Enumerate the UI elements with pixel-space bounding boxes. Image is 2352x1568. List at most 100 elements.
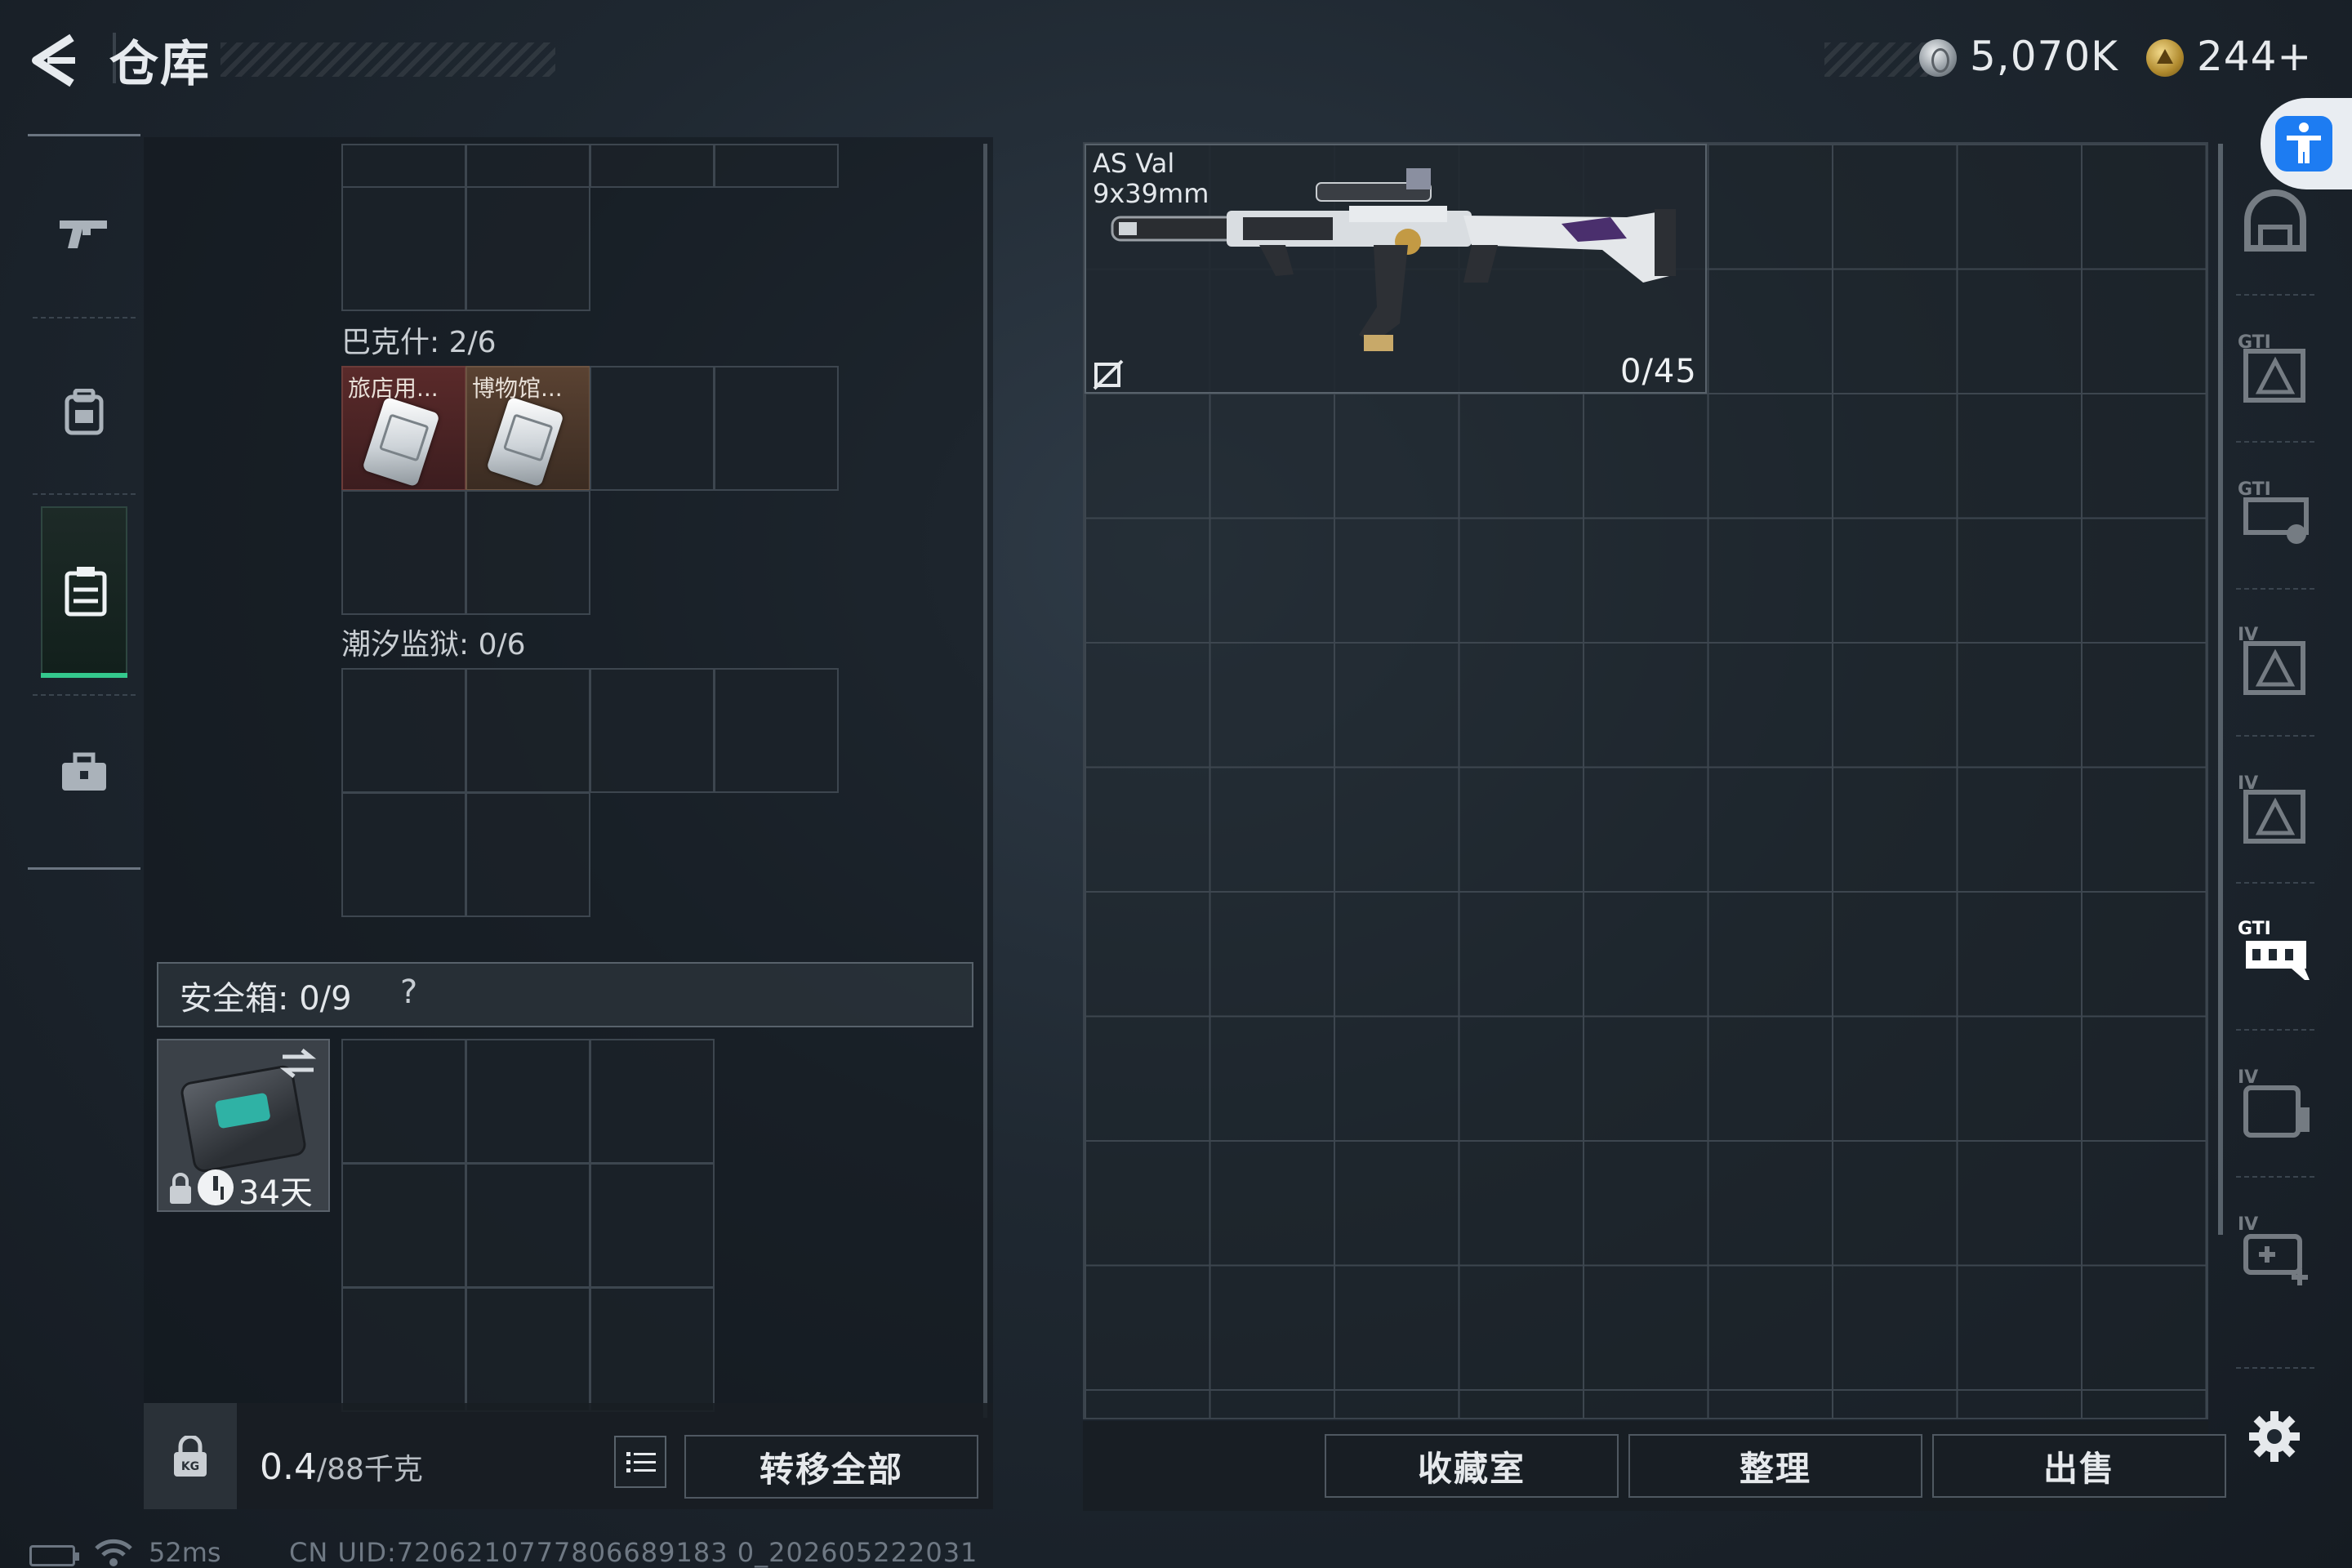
backpack-iv-icon[interactable]: IV: [2234, 1062, 2316, 1143]
nav-item-storage[interactable]: [41, 506, 127, 678]
grid-cell[interactable]: [590, 144, 715, 188]
grid-cell[interactable]: [714, 366, 839, 491]
grid-cell[interactable]: [466, 144, 590, 188]
armor-iv-2-icon[interactable]: IV: [2234, 768, 2316, 849]
section-label-tide-prison: 潮汐监狱: 0/6: [341, 628, 526, 662]
helmet-icon[interactable]: [2234, 185, 2316, 266]
weight-lock-icon: KG: [174, 1436, 207, 1477]
armor-iv-icon[interactable]: IV: [2234, 619, 2316, 701]
safe-slot[interactable]: [341, 1163, 466, 1288]
back-arrow-icon[interactable]: [24, 31, 82, 90]
grid-cell[interactable]: [341, 668, 466, 793]
grid-cell[interactable]: [714, 668, 839, 793]
safe-slot[interactable]: [466, 1039, 590, 1164]
stash-scrollbar[interactable]: [983, 144, 987, 1418]
grid-cell[interactable]: [466, 186, 590, 311]
svg-text:IV: IV: [2238, 1214, 2258, 1235]
sidebar-separator: [2236, 882, 2314, 884]
gold-coin-icon: [2146, 39, 2184, 77]
list-view-button[interactable]: [614, 1436, 666, 1488]
grid-cell[interactable]: [466, 490, 590, 615]
weight-text: 0.4/88千克: [260, 1446, 423, 1488]
sidebar-separator: [2236, 1176, 2314, 1178]
grid-cell[interactable]: [466, 792, 590, 917]
battery-icon: [29, 1545, 79, 1566]
grid-cell[interactable]: [590, 366, 715, 491]
svg-text:KG: KG: [181, 1460, 199, 1473]
weight-current: 0.4: [260, 1446, 317, 1488]
clock-icon: [198, 1169, 234, 1205]
nav-bottom-line: [28, 867, 140, 870]
item-card-keycard[interactable]: 博物馆...: [466, 366, 590, 491]
medic-rig-icon[interactable]: IV: [2234, 1209, 2316, 1290]
nav-separator: [33, 493, 136, 495]
item-card-keycard[interactable]: 旅店用...: [341, 366, 466, 491]
currency-stripe-decoration: [1824, 42, 1931, 77]
sidebar-separator: [2236, 1029, 2314, 1031]
container-scrollbar[interactable]: [2218, 144, 2223, 1235]
nav-top-line: [28, 134, 140, 136]
swap-icon[interactable]: [278, 1047, 318, 1080]
nav-item-weapons[interactable]: [41, 163, 127, 302]
safe-slot[interactable]: [590, 1163, 715, 1288]
weapon-ammo-type: 9x39mm: [1093, 178, 1209, 209]
safe-slot[interactable]: [341, 1287, 466, 1412]
grid-cell[interactable]: [341, 490, 466, 615]
list-icon: [626, 1452, 656, 1472]
safe-slot[interactable]: [466, 1163, 590, 1288]
weight-max: /88千克: [316, 1453, 423, 1486]
grid-cell[interactable]: [341, 144, 466, 188]
safe-case-icon: [179, 1063, 308, 1174]
safe-slot[interactable]: [466, 1287, 590, 1412]
item-name: 博物馆...: [472, 375, 563, 402]
safe-slot[interactable]: [341, 1039, 466, 1164]
weapon-ammo-count: 0/45: [1620, 353, 1697, 390]
sell-button[interactable]: 出售: [1932, 1434, 2226, 1498]
nav-separator: [33, 694, 136, 696]
grid-cell[interactable]: [714, 144, 839, 188]
weapon-name: AS Val: [1093, 148, 1175, 179]
section-label-bakhsh: 巴克什: 2/6: [341, 326, 497, 359]
sidebar-separator: [2236, 735, 2314, 737]
chest-rig-active-icon[interactable]: GTI: [2234, 913, 2316, 995]
accessibility-icon: [2275, 116, 2332, 172]
help-icon[interactable]: ?: [400, 973, 417, 1011]
chest-rig-icon[interactable]: GTI: [2234, 474, 2316, 555]
keycard-icon: [486, 396, 564, 488]
svg-text:GTI: GTI: [2238, 479, 2271, 500]
safe-box-label: 安全箱: 0/9: [180, 980, 352, 1018]
safe-slot[interactable]: [590, 1287, 715, 1412]
nav-item-equipment[interactable]: [41, 343, 127, 482]
grid-cell[interactable]: [341, 792, 466, 917]
grid-cell[interactable]: [466, 668, 590, 793]
silver-coin-icon: [1919, 39, 1957, 77]
safe-box-days-left: 34天: [238, 1174, 313, 1212]
sidebar-separator: [2236, 588, 2314, 590]
nav-separator: [33, 317, 136, 318]
silver-currency-amount[interactable]: 5,070K: [1970, 33, 2118, 80]
wifi-icon: [95, 1539, 132, 1566]
transfer-all-button[interactable]: 转移全部: [684, 1435, 978, 1499]
nav-item-toolbox[interactable]: [41, 702, 127, 841]
gun-icon: [60, 220, 107, 248]
collection-room-button[interactable]: 收藏室: [1325, 1434, 1619, 1498]
ping-text: 52ms: [149, 1537, 221, 1568]
backpack-icon: [65, 389, 104, 435]
grid-cell[interactable]: [341, 186, 466, 311]
sidebar-separator: [2236, 1367, 2314, 1369]
page-title: 仓库: [109, 36, 211, 93]
svg-text:IV: IV: [2238, 1067, 2258, 1088]
organize-button[interactable]: 整理: [1628, 1434, 1922, 1498]
grid-cell[interactable]: [590, 668, 715, 793]
accessibility-button[interactable]: [2261, 98, 2352, 189]
gold-currency-amount[interactable]: 244+: [2197, 33, 2312, 80]
item-name: 旅店用...: [348, 375, 439, 402]
weight-lock-button[interactable]: KG: [144, 1403, 237, 1509]
title-stripe-decoration: [220, 42, 555, 77]
body-armor-icon[interactable]: GTI: [2234, 327, 2316, 408]
toolbox-icon: [62, 752, 106, 791]
svg-text:GTI: GTI: [2238, 919, 2271, 939]
sidebar-separator: [2236, 441, 2314, 443]
safe-slot[interactable]: [590, 1039, 715, 1164]
settings-gear-icon[interactable]: [2247, 1410, 2301, 1463]
